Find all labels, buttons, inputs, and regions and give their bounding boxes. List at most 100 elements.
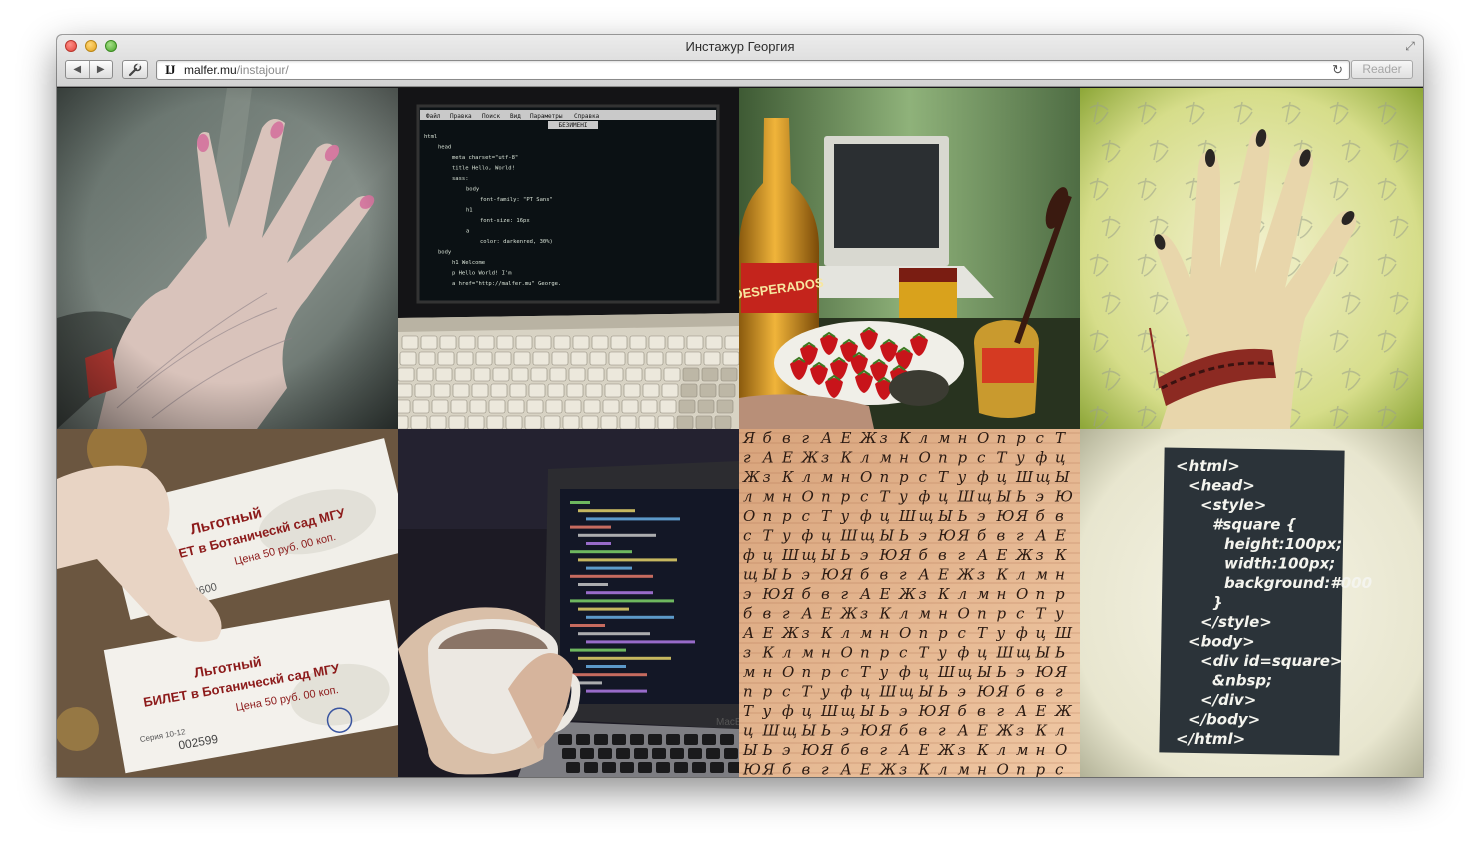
handwritten-glyph: Ж: [840, 605, 859, 623]
laptop-key: [558, 734, 572, 745]
handwritten-glyph: Ь: [1015, 488, 1026, 506]
handwritten-glyph: л: [841, 624, 851, 642]
handwritten-glyph: п: [938, 449, 948, 467]
handwritten-glyph: К: [1035, 722, 1048, 740]
handwritten-glyph: Ж: [742, 468, 761, 486]
handwritten-glyph: у: [879, 663, 889, 681]
handwritten-glyph: н: [880, 624, 890, 642]
handwritten-glyph: в: [977, 702, 986, 720]
keyboard-key: [680, 383, 698, 398]
handwritten-glyph: Я: [762, 761, 776, 778]
chalk-code-line: height:100px;: [1224, 535, 1342, 553]
forward-button[interactable]: ▶: [90, 61, 113, 78]
editor-code-line: title Hello, World!: [452, 166, 515, 172]
back-button[interactable]: ◀: [66, 61, 90, 78]
handwritten-glyph: Ь: [937, 683, 948, 701]
laptop-code-line: [586, 665, 626, 668]
handwritten-glyph: в: [997, 527, 1006, 545]
photo-hand-dark-nails[interactable]: [1080, 88, 1423, 429]
photo-desk-strawberries[interactable]: DESPERADOS: [739, 88, 1080, 429]
handwritten-glyph: ф: [977, 468, 989, 486]
handwritten-glyph: Т: [802, 683, 813, 701]
keyboard-key: [420, 335, 438, 350]
keyboard-key: [509, 383, 527, 398]
url-domain: malfer.mu: [184, 63, 237, 77]
handwritten-glyph: Ю: [801, 741, 820, 759]
laptop-code-line: [578, 533, 656, 537]
editor-code-line: a href="http://malfer.mu" George.: [452, 281, 561, 287]
keyboard-key: [398, 399, 411, 414]
handwritten-glyph: в: [802, 761, 811, 778]
handwritten-glyph: ф: [782, 702, 794, 720]
handwritten-glyph: Я: [1054, 663, 1068, 681]
handwritten-glyph: Ы: [1054, 468, 1070, 486]
keyboard-key: [701, 367, 719, 382]
fullscreen-icon[interactable]: ⤢: [1403, 39, 1417, 53]
handwritten-glyph: ф: [1036, 449, 1048, 467]
laptop-key: [724, 748, 738, 759]
photo-hand-pink-nails[interactable]: [57, 88, 398, 429]
keyboard-key: [471, 383, 489, 398]
reload-icon[interactable]: ↻: [1332, 62, 1343, 78]
chalk-code-line: <div id=square>: [1200, 652, 1343, 670]
keyboard-key: [431, 399, 449, 414]
handwritten-glyph: з: [958, 741, 966, 759]
handwritten-glyph: б: [977, 527, 987, 545]
handwritten-glyph: Е: [976, 722, 988, 740]
keyboard-key: [566, 383, 584, 398]
desk-photo-image: DESPERADOS: [739, 88, 1080, 429]
handwritten-glyph: А: [898, 741, 910, 759]
handwritten-glyph: н: [763, 663, 773, 681]
handwritten-glyph: с: [1055, 761, 1064, 778]
reader-button[interactable]: Reader: [1351, 60, 1413, 79]
handwritten-glyph: л: [997, 741, 1007, 759]
keyboard-key: [418, 351, 436, 366]
laptop-code-line: [578, 607, 629, 611]
handwritten-glyph: э: [1036, 488, 1044, 506]
laptop-key: [576, 734, 590, 745]
handwritten-glyph: н: [1036, 741, 1046, 759]
laptop-key: [684, 734, 698, 745]
keyboard-key: [488, 399, 506, 414]
handwritten-glyph: Ш: [762, 722, 781, 740]
handwritten-glyph: л: [938, 761, 948, 778]
keyboard-key: [496, 335, 514, 350]
handwritten-glyph: г: [821, 761, 829, 778]
handwritten-glyph: ц: [997, 468, 1007, 486]
photo-tickets[interactable]: Льготный БИЛЕТ в Ботаническй сад МГУ Цен…: [57, 429, 398, 777]
laptop-key: [630, 734, 644, 745]
handwritten-glyph: К: [781, 468, 794, 486]
keyboard-key: [507, 399, 525, 414]
handwritten-glyph: р: [899, 468, 909, 486]
photo-chalkboard-html[interactable]: <html> <head> <style> #square {height:100px…: [1080, 429, 1423, 777]
handwritten-glyph: О: [977, 429, 989, 447]
handwritten-glyph: н: [977, 761, 987, 778]
laptop-key: [688, 748, 702, 759]
keyboard-key: [490, 383, 508, 398]
handwritten-glyph: Е: [840, 429, 852, 447]
keyboard-key: [714, 415, 732, 429]
editor-menu-item: Параметры: [530, 113, 563, 120]
tools-button[interactable]: [122, 60, 148, 79]
photo-laptop-coffee[interactable]: MacBook: [398, 429, 739, 777]
handwritten-glyph: г: [802, 429, 810, 447]
handwritten-glyph: в: [938, 546, 947, 564]
handwritten-glyph: щ: [802, 546, 817, 564]
photo-monitor-code[interactable]: Файл Правка Поиск Вид Параметры Справка БЕЗИМ…: [398, 88, 739, 429]
handwritten-glyph: Ы: [820, 546, 836, 564]
laptop-key: [638, 762, 652, 773]
handwritten-glyph: э: [977, 507, 985, 525]
handwritten-glyph: ф: [860, 507, 872, 525]
url-text[interactable]: malfer.mu/instajour/: [184, 63, 289, 77]
address-bar[interactable]: IJ malfer.mu/instajour/ ↻: [156, 60, 1350, 80]
keyboard-key: [530, 367, 548, 382]
photo-grid: Файл Правка Поиск Вид Параметры Справка БЕЗИМ…: [57, 88, 1423, 777]
handwritten-glyph: щ: [958, 663, 973, 681]
photo-handwriting[interactable]: ЯбвгАЕЖзКлмнОпрсТгАЕЖзКлмнОпрсТуфцЖзКлмн…: [739, 429, 1080, 777]
handwritten-glyph: Ы: [859, 702, 875, 720]
keyboard-key: [600, 415, 618, 429]
handwritten-glyph: Ю: [1035, 663, 1054, 681]
handwritten-glyph: р: [997, 605, 1007, 623]
handwritten-glyph: Ю: [918, 702, 937, 720]
handwritten-glyph: б: [1036, 507, 1046, 525]
